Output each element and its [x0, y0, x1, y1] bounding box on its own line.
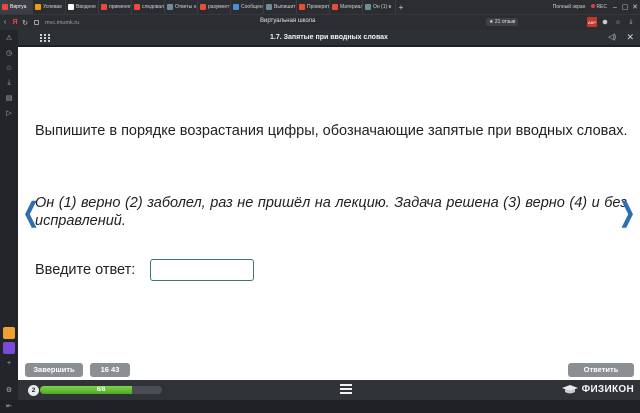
finish-button[interactable]: Завершить — [25, 363, 83, 377]
next-arrow-icon[interactable]: ❭ — [616, 197, 638, 228]
question-text: Выпишите в порядке возрастания цифры, об… — [35, 123, 628, 139]
tab-favicon-icon — [200, 4, 206, 10]
tab-favicon-icon — [2, 4, 8, 10]
answer-button[interactable]: Ответить — [568, 363, 634, 377]
tab-label: Успевае — [43, 4, 62, 10]
tab-favicon-icon — [134, 4, 140, 10]
browser-tab[interactable]: Ответы н — [165, 0, 198, 14]
notifications-icon[interactable]: ⚠ — [0, 30, 18, 45]
collapse-icon[interactable]: ⇤ — [0, 398, 18, 413]
record-icon — [591, 4, 596, 8]
address-bar: ‹ Я ↻ mvc.imumk.ru Виртуальная школа ★ 2… — [0, 14, 640, 30]
browser-tab[interactable]: применял — [99, 0, 132, 14]
url-field[interactable]: mvc.imumk.ru — [45, 20, 79, 26]
browser-tab[interactable]: разумеет — [198, 0, 231, 14]
tab-label: Он (1) в — [373, 4, 392, 10]
answer-input[interactable] — [150, 259, 254, 281]
yandex-icon[interactable]: Я — [10, 19, 20, 26]
browser-side-panel: ⚠ ◷ ☆ ⤓ ▤ ▷ + ⚙ ⇤ — [0, 30, 18, 410]
tab-favicon-icon — [101, 4, 107, 10]
graduation-cap-icon — [561, 384, 578, 393]
app-icon-2[interactable] — [3, 342, 15, 354]
back-icon[interactable]: ‹ — [0, 19, 10, 26]
tab-label: следовал — [142, 4, 165, 10]
minimize-icon[interactable]: – — [610, 4, 620, 11]
tab-label: Выпишит — [274, 4, 296, 10]
rec-label: REC — [596, 4, 607, 10]
browser-tab-bar: Виртуа Успевае Вводное применял следовал Отве… — [0, 0, 640, 14]
tab-label: Ответы н — [175, 4, 197, 10]
passage-text: Он (1) верно (2) заболел, раз не пришёл … — [35, 195, 627, 229]
bookmarks-icon[interactable]: ☆ — [0, 60, 18, 75]
browser-tab[interactable]: Проверит — [297, 0, 330, 14]
browser-tab[interactable]: Успевае — [33, 0, 66, 14]
tab-label: разумеет — [208, 4, 230, 10]
add-panel-icon[interactable]: + — [0, 356, 18, 371]
answer-label: Введите ответ: — [35, 262, 136, 278]
sound-icon[interactable]: ◁) — [608, 33, 616, 41]
browser-tab[interactable]: Сообщени — [231, 0, 264, 14]
bookmark-icon[interactable]: ☆ — [613, 17, 623, 27]
close-window-icon[interactable]: ✕ — [630, 3, 640, 11]
reload-icon[interactable]: ↻ — [20, 19, 30, 27]
footer: 2 6/8 ФИЗИКОН — [18, 380, 640, 400]
tab-label: Проверит — [307, 4, 330, 10]
tab-favicon-icon — [167, 4, 173, 10]
tab-favicon-icon — [35, 4, 41, 10]
play-icon[interactable]: ▷ — [0, 105, 18, 120]
browser-tab[interactable]: Выпишит — [264, 0, 297, 14]
lock-icon — [34, 20, 39, 25]
extension-icon[interactable]: ⬢ — [600, 17, 610, 27]
tab-favicon-icon — [365, 4, 371, 10]
tab-favicon-icon — [233, 4, 239, 10]
lesson-content: Выпишите в порядке возрастания цифры, об… — [18, 47, 640, 360]
adblock-icon[interactable]: ABP — [587, 17, 597, 27]
tab-label: Виртуа — [10, 4, 27, 10]
progress-text: 6/8 — [96, 387, 106, 393]
timer: 16 43 — [90, 363, 130, 377]
level-badge: 2 — [28, 385, 39, 396]
notes-icon[interactable]: ▤ — [0, 90, 18, 105]
tab-label: Сообщени — [241, 4, 264, 10]
hamburger-menu-icon[interactable] — [340, 384, 352, 396]
tab-label: применял — [109, 4, 132, 10]
rating-badge[interactable]: ★ 21 отзыв — [486, 18, 519, 26]
browser-tab[interactable]: следовал — [132, 0, 165, 14]
history-icon[interactable]: ◷ — [0, 45, 18, 60]
tab-favicon-icon — [299, 4, 305, 10]
download-icon[interactable]: ⤓ — [626, 17, 636, 27]
maximize-icon[interactable]: ▢ — [620, 3, 630, 11]
settings-icon[interactable]: ⚙ — [0, 382, 18, 397]
brand-logo: ФИЗИКОН — [561, 384, 634, 395]
close-icon[interactable]: ✕ — [626, 32, 634, 43]
app-icon[interactable] — [3, 327, 15, 339]
page-title: Виртуальная школа — [260, 18, 316, 24]
browser-tab[interactable]: Виртуа — [0, 0, 33, 14]
new-tab-button[interactable]: + — [396, 3, 406, 12]
lesson-title: 1.7. Запятые при вводных словах — [270, 34, 388, 41]
tab-favicon-icon — [332, 4, 338, 10]
brand-name: ФИЗИКОН — [581, 384, 634, 395]
controls-bar: Завершить 16 43 Ответить — [18, 360, 640, 380]
tab-favicon-icon — [68, 4, 74, 10]
downloads-icon[interactable]: ⤓ — [0, 75, 18, 90]
rec-indicator[interactable]: REC — [591, 4, 607, 10]
browser-tab[interactable]: Вводное — [66, 0, 99, 14]
browser-tab[interactable]: Материал — [330, 0, 363, 14]
browser-tab[interactable]: Он (1) в — [363, 0, 396, 14]
fullscreen-label[interactable]: Полный экран — [553, 4, 586, 10]
tab-favicon-icon — [266, 4, 272, 10]
lesson-header: 1.7. Запятые при вводных словах ◁) ✕ — [18, 30, 640, 46]
tab-label: Вводное — [76, 4, 96, 10]
tab-label: Материал — [340, 4, 363, 10]
